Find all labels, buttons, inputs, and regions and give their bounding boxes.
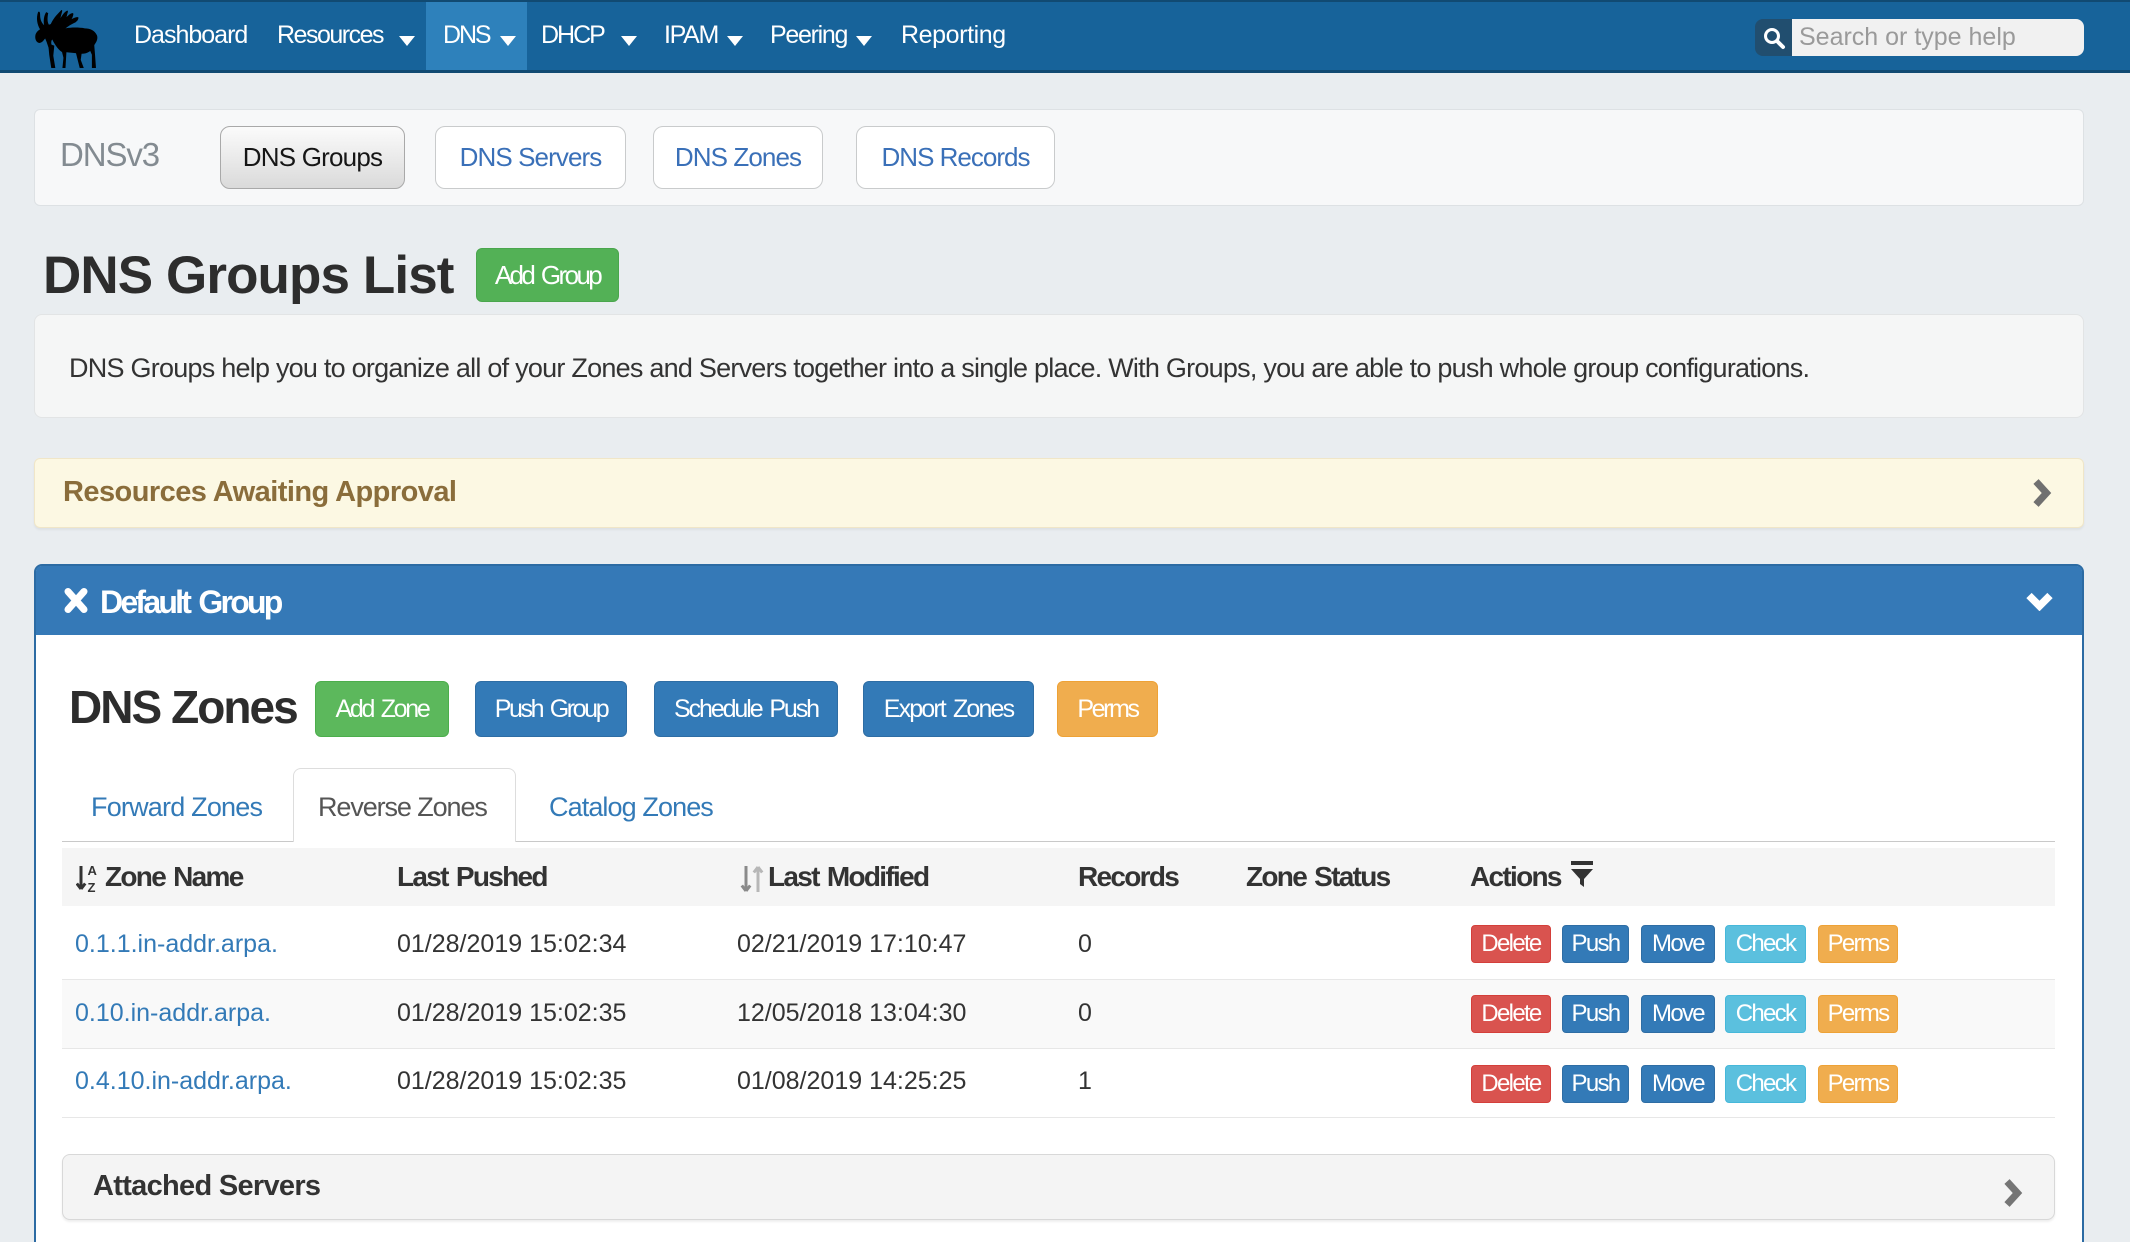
svg-text:Z: Z [88,880,96,894]
svg-text:A: A [88,864,98,878]
